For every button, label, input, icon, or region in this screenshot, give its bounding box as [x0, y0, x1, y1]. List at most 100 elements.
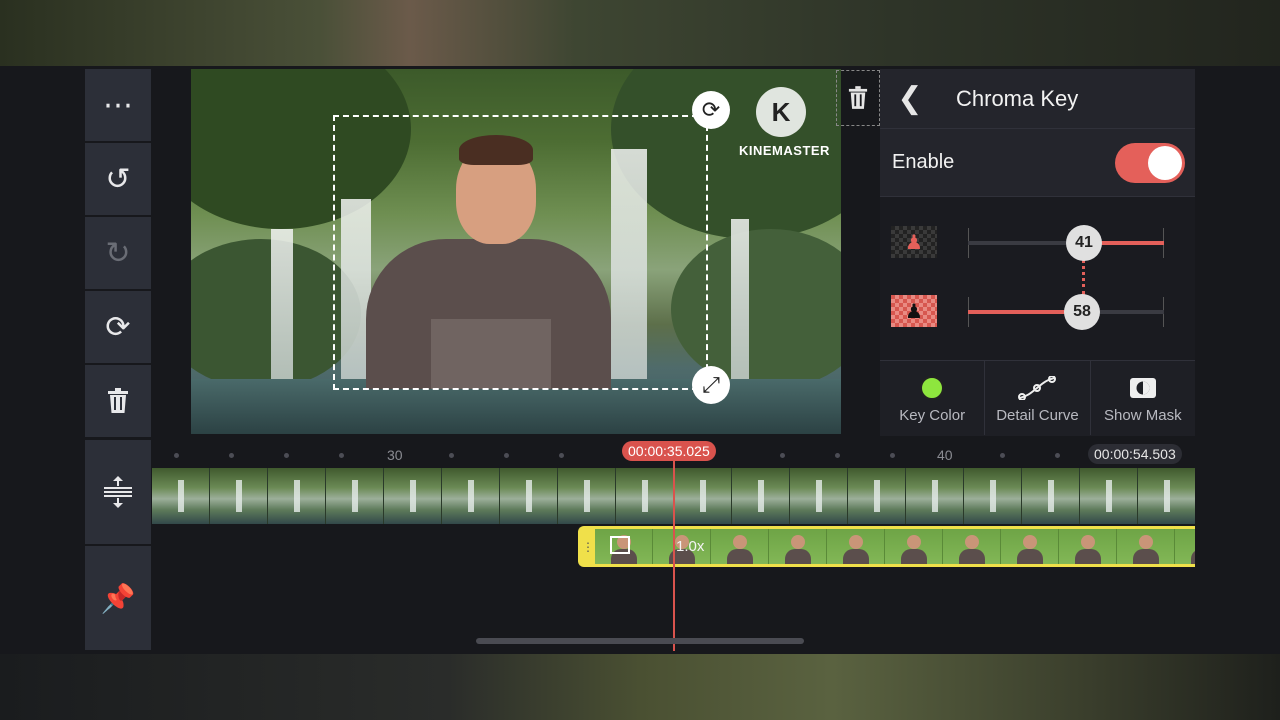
overlay-thumbnail — [711, 529, 769, 564]
overlay-thumbnail — [827, 529, 885, 564]
toggle-knob — [1148, 145, 1182, 180]
enable-row: Enable — [880, 129, 1195, 197]
clip-thumbnail — [906, 468, 964, 524]
ruler-dot — [229, 453, 234, 458]
chevron-left-icon: ❮ — [897, 82, 923, 115]
resize-handle[interactable]: ⤢ — [692, 366, 730, 404]
chroma-key-panel: ❮ Chroma Key Enable ♟ ♟ 41 58 Key Color … — [880, 69, 1195, 436]
overlay-thumbnail — [885, 529, 943, 564]
delete-layer-button[interactable] — [836, 70, 880, 126]
ruler-dot — [449, 453, 454, 458]
enable-toggle[interactable] — [1115, 142, 1185, 183]
editor-app: ⋯ ↺ ↻ ⟳ ⟳ ⤢ K KINEMASTER ❮ Chroma Key En… — [0, 66, 1280, 654]
chroma-actions: Key Color Detail Curve Show Mask — [880, 361, 1195, 435]
clip-thumbnail — [616, 468, 674, 524]
enable-label: Enable — [892, 151, 955, 173]
end-time: 00:00:54.503 — [1088, 444, 1182, 464]
detail-curve-button[interactable]: Detail Curve — [985, 361, 1091, 435]
curve-icon — [1018, 375, 1057, 400]
clip-trim-handle[interactable]: ⋮ — [581, 529, 595, 564]
logo-mark: K — [756, 87, 806, 137]
ruler-dot — [284, 453, 289, 458]
background-blur-top — [0, 0, 1280, 66]
ruler-dot — [339, 453, 344, 458]
overlay-speed-label: 1.0x — [676, 538, 705, 555]
clip-thumbnail — [964, 468, 1022, 524]
clip-thumbnail — [442, 468, 500, 524]
back-button[interactable]: ❮ — [880, 81, 940, 116]
expand-icon: ⤢ — [702, 372, 720, 397]
show-mask-label: Show Mask — [1104, 406, 1182, 424]
playhead[interactable] — [673, 461, 675, 651]
ruler-dot — [835, 453, 840, 458]
left-toolbar: ⋯ ↺ ↻ ⟳ — [85, 69, 151, 439]
more-horizontal-icon: ⋯ — [103, 88, 133, 122]
redo-button[interactable]: ↻ — [85, 217, 151, 289]
more-button[interactable]: ⋯ — [85, 69, 151, 141]
key-color-label: Key Color — [899, 406, 966, 424]
overlay-thumbnail — [769, 529, 827, 564]
video-preview[interactable]: ⟳ ⤢ K KINEMASTER — [191, 69, 841, 434]
overlay-thumbnail — [1001, 529, 1059, 564]
undo-icon: ↺ — [105, 162, 131, 196]
clip-thumbnail — [326, 468, 384, 524]
clip-thumbnail — [732, 468, 790, 524]
restart-button[interactable]: ⟳ — [85, 291, 151, 363]
clip-thumbnail — [1138, 468, 1195, 524]
person-silhouette-icon: ♟ — [905, 300, 923, 323]
panel-header: ❮ Chroma Key — [880, 69, 1195, 129]
overlay-thumbnail — [1117, 529, 1175, 564]
ruler-dot — [1000, 453, 1005, 458]
rotate-handle[interactable]: ⟳ — [692, 91, 730, 129]
overlay-layer-clip[interactable]: ⋮ — [578, 526, 1195, 567]
panel-title: Chroma Key — [956, 85, 1079, 111]
bottom-slider-knob[interactable]: 58 — [1064, 294, 1100, 330]
current-time: 00:00:35.025 — [622, 441, 716, 461]
key-color-icon-wrap — [920, 373, 945, 403]
undo-button[interactable]: ↺ — [85, 143, 151, 215]
overlay-thumbnail — [1175, 529, 1195, 564]
chroma-slider-area: ♟ ♟ 41 58 — [880, 197, 1195, 361]
ruler-dot — [1055, 453, 1060, 458]
key-color-button[interactable]: Key Color — [880, 361, 986, 435]
background-swatch: ♟ — [891, 295, 937, 327]
ruler-dot — [504, 453, 509, 458]
expand-tracks-button[interactable] — [85, 440, 151, 544]
top-slider-knob[interactable]: 41 — [1066, 225, 1102, 261]
curve-icon-wrap — [1018, 373, 1057, 403]
clip-thumbnail — [1022, 468, 1080, 524]
color-dot-icon — [920, 375, 945, 400]
slider-link-line — [1082, 259, 1085, 295]
detail-curve-label: Detail Curve — [996, 406, 1079, 424]
timeline-scrollbar[interactable] — [476, 638, 804, 644]
trash-icon — [108, 388, 128, 413]
clip-thumbnail — [384, 468, 442, 524]
ruler-dot — [780, 453, 785, 458]
clip-thumbnail — [210, 468, 268, 524]
overlay-thumbnail — [1059, 529, 1117, 564]
clip-thumbnail — [268, 468, 326, 524]
clip-thumbnail — [558, 468, 616, 524]
waterfall — [731, 219, 749, 379]
clip-thumbnail — [674, 468, 732, 524]
layer-selection-box[interactable] — [333, 115, 708, 390]
clip-thumbnail — [848, 468, 906, 524]
restart-icon: ⟳ — [105, 310, 131, 344]
film-icon — [610, 536, 630, 554]
show-mask-button[interactable]: Show Mask — [1090, 361, 1195, 435]
mask-icon — [1129, 377, 1156, 398]
background-blur-bottom — [0, 654, 1280, 720]
pin-button[interactable]: 📌 — [85, 546, 151, 650]
rotate-icon: ⟳ — [701, 97, 721, 122]
ruler-dot — [890, 453, 895, 458]
delete-button[interactable] — [85, 365, 151, 437]
redo-icon: ↻ — [105, 236, 131, 270]
ruler-label-40: 40 — [937, 447, 953, 463]
clip-thumbnail — [790, 468, 848, 524]
person-silhouette-icon: ♟ — [905, 231, 923, 254]
ruler-label-30: 30 — [387, 447, 403, 463]
ruler-dot — [559, 453, 564, 458]
clip-thumbnail — [1080, 468, 1138, 524]
trash-icon — [848, 86, 868, 109]
clip-thumbnail — [500, 468, 558, 524]
